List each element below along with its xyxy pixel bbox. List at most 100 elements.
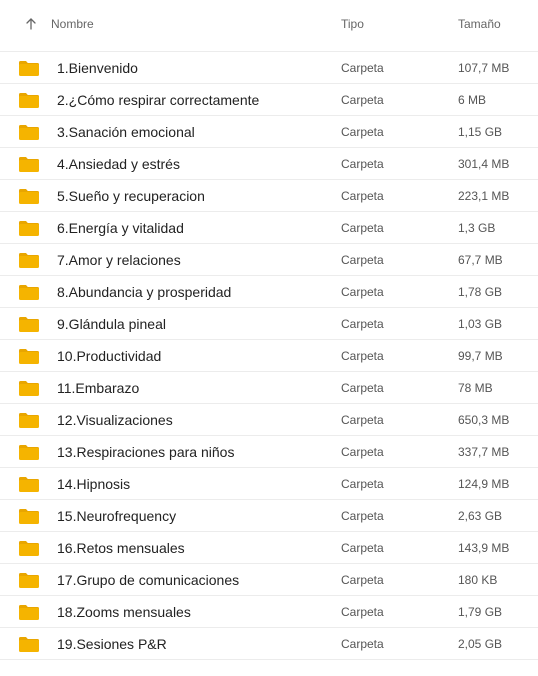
folder-type: Carpeta xyxy=(341,445,384,459)
folder-icon xyxy=(19,221,39,236)
folder-size: 337,7 MB xyxy=(458,445,510,459)
folder-size: 180 KB xyxy=(458,573,498,587)
table-row[interactable]: 16.Retos mensuales Carpeta 143,9 MB xyxy=(0,532,538,564)
folder-size: 1,03 GB xyxy=(458,317,503,331)
folder-size: 1,15 GB xyxy=(458,125,503,139)
table-row[interactable]: 14.Hipnosis Carpeta 124,9 MB xyxy=(0,468,538,500)
folder-icon xyxy=(19,381,39,396)
table-row[interactable]: 13.Respiraciones para niños Carpeta 337,7 … xyxy=(0,436,538,468)
arrow-up-icon[interactable] xyxy=(24,16,38,32)
table-row[interactable]: 18.Zooms mensuales Carpeta 1,79 GB xyxy=(0,596,538,628)
folder-type: Carpeta xyxy=(341,317,384,331)
folder-name[interactable]: 12.Visualizaciones xyxy=(57,412,173,428)
folder-icon xyxy=(19,349,39,364)
table-row[interactable]: 10.Productividad Carpeta 99,7 MB xyxy=(0,340,538,372)
folder-type: Carpeta xyxy=(341,573,384,587)
table-row[interactable]: 3.Sanación emocional Carpeta 1,15 GB xyxy=(0,116,538,148)
folder-icon xyxy=(19,509,39,524)
folder-name[interactable]: 19.Sesiones P&R xyxy=(57,636,167,652)
folder-type: Carpeta xyxy=(341,61,384,75)
folder-size: 223,1 MB xyxy=(458,189,510,203)
folder-type: Carpeta xyxy=(341,349,384,363)
folder-size: 2,63 GB xyxy=(458,509,503,523)
folder-type: Carpeta xyxy=(341,477,384,491)
column-header-name[interactable]: Nombre xyxy=(51,17,94,31)
table-row[interactable]: 17.Grupo de comunicaciones Carpeta 180 KB xyxy=(0,564,538,596)
folder-type: Carpeta xyxy=(341,189,384,203)
folder-icon xyxy=(19,477,39,492)
folder-name[interactable]: 2.¿Cómo respirar correctamente xyxy=(57,92,259,108)
folder-icon xyxy=(19,189,39,204)
table-header: Nombre Tipo Tamaño xyxy=(0,0,538,52)
folder-icon xyxy=(19,61,39,76)
folder-type: Carpeta xyxy=(341,637,384,651)
table-row[interactable]: 19.Sesiones P&R Carpeta 2,05 GB xyxy=(0,628,538,660)
folder-size: 1,3 GB xyxy=(458,221,496,235)
folder-icon xyxy=(19,573,39,588)
column-header-type[interactable]: Tipo xyxy=(341,17,364,31)
folder-size: 143,9 MB xyxy=(458,541,510,555)
folder-size: 6 MB xyxy=(458,93,487,107)
folder-size: 124,9 MB xyxy=(458,477,510,491)
folder-size: 1,78 GB xyxy=(458,285,503,299)
folder-name[interactable]: 16.Retos mensuales xyxy=(57,540,185,556)
folder-type: Carpeta xyxy=(341,285,384,299)
folder-icon xyxy=(19,93,39,108)
folder-name[interactable]: 3.Sanación emocional xyxy=(57,124,195,140)
table-row[interactable]: 5.Sueño y recuperacion Carpeta 223,1 MB xyxy=(0,180,538,212)
folder-name[interactable]: 14.Hipnosis xyxy=(57,476,130,492)
table-row[interactable]: 4.Ansiedad y estrés Carpeta 301,4 MB xyxy=(0,148,538,180)
table-row[interactable]: 15.Neurofrequency Carpeta 2,63 GB xyxy=(0,500,538,532)
folder-name[interactable]: 5.Sueño y recuperacion xyxy=(57,188,205,204)
folder-name[interactable]: 6.Energía y vitalidad xyxy=(57,220,184,236)
column-header-size[interactable]: Tamaño xyxy=(458,17,501,31)
folder-type: Carpeta xyxy=(341,509,384,523)
folder-type: Carpeta xyxy=(341,157,384,171)
folder-type: Carpeta xyxy=(341,93,384,107)
table-row[interactable]: 12.Visualizaciones Carpeta 650,3 MB xyxy=(0,404,538,436)
folder-name[interactable]: 7.Amor y relaciones xyxy=(57,252,181,268)
folder-type: Carpeta xyxy=(341,381,384,395)
folder-type: Carpeta xyxy=(341,605,384,619)
folder-name[interactable]: 13.Respiraciones para niños xyxy=(57,444,234,460)
folder-icon xyxy=(19,413,39,428)
folder-name[interactable]: 9.Glándula pineal xyxy=(57,316,166,332)
table-row[interactable]: 1.Bienvenido Carpeta 107,7 MB xyxy=(0,52,538,84)
folder-icon xyxy=(19,605,39,620)
folder-name[interactable]: 11.Embarazo xyxy=(57,380,139,396)
folder-type: Carpeta xyxy=(341,221,384,235)
folder-name[interactable]: 8.Abundancia y prosperidad xyxy=(57,284,231,300)
folder-type: Carpeta xyxy=(341,125,384,139)
folder-name[interactable]: 10.Productividad xyxy=(57,348,161,364)
folder-size: 78 MB xyxy=(458,381,493,395)
table-row[interactable]: 9.Glándula pineal Carpeta 1,03 GB xyxy=(0,308,538,340)
folder-type: Carpeta xyxy=(341,541,384,555)
folder-name[interactable]: 1.Bienvenido xyxy=(57,60,138,76)
folder-size: 650,3 MB xyxy=(458,413,510,427)
folder-icon xyxy=(19,253,39,268)
table-row[interactable]: 8.Abundancia y prosperidad Carpeta 1,78 GB xyxy=(0,276,538,308)
folder-name[interactable]: 4.Ansiedad y estrés xyxy=(57,156,180,172)
folder-size: 107,7 MB xyxy=(458,61,510,75)
folder-size: 2,05 GB xyxy=(458,637,503,651)
table-row[interactable]: 2.¿Cómo respirar correctamente Carpeta 6 M… xyxy=(0,84,538,116)
file-list-table: Nombre Tipo Tamaño 1.Bienvenido Carpeta 10… xyxy=(0,0,538,660)
folder-icon xyxy=(19,157,39,172)
folder-icon xyxy=(19,285,39,300)
folder-size: 301,4 MB xyxy=(458,157,510,171)
folder-icon xyxy=(19,317,39,332)
folder-type: Carpeta xyxy=(341,253,384,267)
table-body: 1.Bienvenido Carpeta 107,7 MB 2.¿Cómo respi… xyxy=(0,52,538,660)
table-row[interactable]: 7.Amor y relaciones Carpeta 67,7 MB xyxy=(0,244,538,276)
folder-name[interactable]: 17.Grupo de comunicaciones xyxy=(57,572,239,588)
folder-icon xyxy=(19,637,39,652)
folder-icon xyxy=(19,541,39,556)
table-row[interactable]: 6.Energía y vitalidad Carpeta 1,3 GB xyxy=(0,212,538,244)
folder-name[interactable]: 18.Zooms mensuales xyxy=(57,604,191,620)
table-row[interactable]: 11.Embarazo Carpeta 78 MB xyxy=(0,372,538,404)
folder-size: 1,79 GB xyxy=(458,605,503,619)
folder-size: 99,7 MB xyxy=(458,349,503,363)
folder-icon xyxy=(19,445,39,460)
folder-size: 67,7 MB xyxy=(458,253,503,267)
folder-name[interactable]: 15.Neurofrequency xyxy=(57,508,176,524)
